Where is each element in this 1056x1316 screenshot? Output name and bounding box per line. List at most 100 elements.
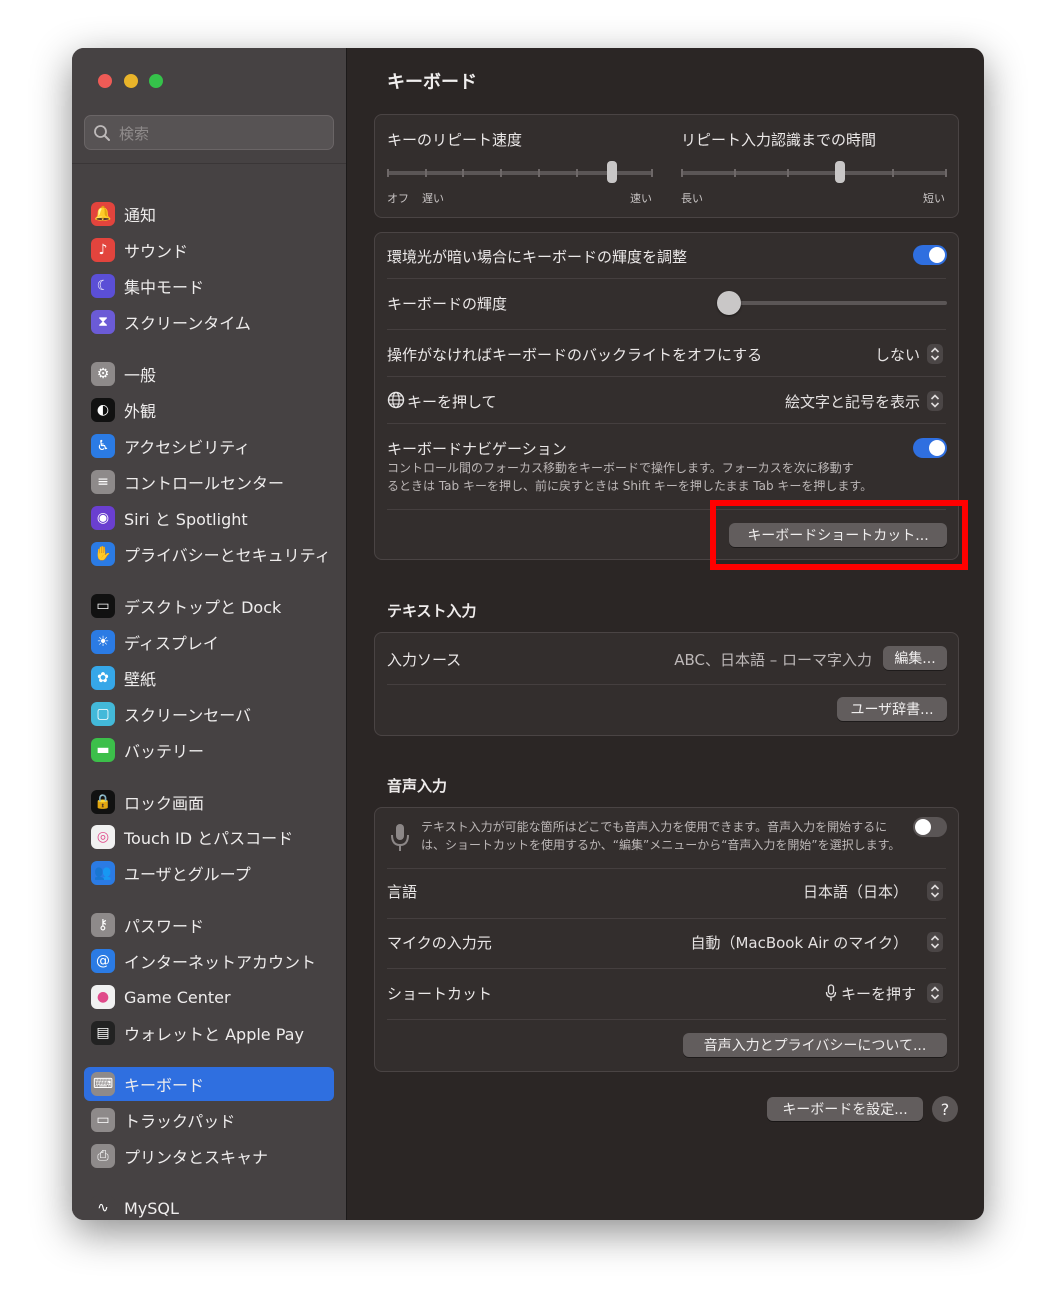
sidebar-item-12[interactable]: ☀ ディスプレイ xyxy=(84,625,334,659)
mic-source-stepper[interactable] xyxy=(927,932,943,952)
repeat-speed-thumb[interactable] xyxy=(607,161,617,183)
search-input[interactable] xyxy=(117,119,321,148)
sidebar-item-5[interactable]: ⚙ 一般 xyxy=(84,357,334,391)
sidebar-item-label: 外観 xyxy=(124,402,157,421)
sidebar-item-21[interactable]: ● Game Center xyxy=(84,980,334,1014)
repeat-card: キーのリピート速度 オフ 遅い 速い リピート入力認識までの時間 長い 短い xyxy=(374,114,959,218)
microphone-icon xyxy=(391,824,409,851)
keyboard-nav-toggle[interactable] xyxy=(913,438,947,458)
globe-key-label: キーを押して xyxy=(407,393,497,411)
sidebar-item-16[interactable]: 🔒 ロック画面 xyxy=(84,785,334,819)
input-source-value: ABC、日本語 – ローマ字入力 xyxy=(674,651,872,669)
sidebar-item-label: ディスプレイ xyxy=(124,634,219,653)
setup-keyboard-button[interactable]: キーボードを設定... xyxy=(767,1097,923,1121)
speaker-icon: ♪ xyxy=(91,238,115,262)
delay-short-label: 短い xyxy=(923,192,945,205)
accessibility-icon: ♿ xyxy=(91,434,115,458)
sidebar-item-label: アクセシビリティ xyxy=(124,438,251,457)
repeat-speed-tick xyxy=(425,169,427,177)
sidebar-item-17[interactable]: ◎ Touch ID とパスコード xyxy=(84,820,334,854)
brightness-thumb[interactable] xyxy=(717,291,741,315)
sidebar-item-14[interactable]: ▢ スクリーンセーバ xyxy=(84,697,334,731)
sidebar-item-11[interactable]: ▭ デスクトップと Dock xyxy=(84,589,334,623)
sidebar-item-22[interactable]: ▤ ウォレットと Apple Pay xyxy=(84,1016,334,1050)
sidebar-item-15[interactable]: ▬ バッテリー xyxy=(84,733,334,767)
sidebar-item-label: コントロールセンター xyxy=(124,474,285,493)
sidebar-item-label: スクリーンタイム xyxy=(124,314,251,333)
sidebar-item-20[interactable]: @ インターネットアカウント xyxy=(84,944,334,978)
backlight-off-label: 操作がなければキーボードのバックライトをオフにする xyxy=(387,346,763,364)
trackpad-icon: ▭ xyxy=(91,1108,115,1132)
backlight-off-value[interactable]: しない xyxy=(875,344,920,365)
toggles-icon: ≡ xyxy=(91,470,115,494)
sidebar-item-7[interactable]: ♿ アクセシビリティ xyxy=(84,429,334,463)
language-value[interactable]: 日本語（日本） xyxy=(803,881,908,902)
repeat-speed-tick xyxy=(500,169,502,177)
sidebar-item-10[interactable]: ✋ プライバシーとセキュリティ xyxy=(84,537,334,571)
mic-source-label: マイクの入力元 xyxy=(387,934,492,952)
sidebar-divider xyxy=(72,163,346,164)
shortcut-stepper[interactable] xyxy=(927,983,943,1003)
sidebar-item-24[interactable]: ▭ トラックパッド xyxy=(84,1103,334,1137)
search-field[interactable] xyxy=(84,115,334,150)
help-button[interactable]: ? xyxy=(932,1096,958,1122)
mic-source-value[interactable]: 自動（MacBook Air のマイク） xyxy=(690,932,908,953)
auto-brightness-toggle[interactable] xyxy=(913,245,947,265)
sidebar: 🔔 通知 ♪ サウンド ☾ 集中モード ⧗ スクリーンタイム ⚙ 一般 ◐ 外観 ♿ アクセシビリティ ≡ コ… xyxy=(72,48,347,1220)
sidebar-item-label: ユーザとグループ xyxy=(124,865,251,884)
repeat-delay-thumb[interactable] xyxy=(835,161,845,183)
sidebar-item-label: 通知 xyxy=(124,206,157,225)
shortcut-label: ショートカット xyxy=(387,985,493,1003)
globe-key-stepper[interactable] xyxy=(927,391,943,411)
sidebar-item-19[interactable]: ⚷ パスワード xyxy=(84,908,334,942)
repeat-delay-tick xyxy=(945,169,947,177)
bell-icon: 🔔 xyxy=(91,202,115,226)
brightness-track[interactable] xyxy=(719,301,947,305)
text-input-title: テキスト入力 xyxy=(387,602,477,620)
sidebar-item-label: サウンド xyxy=(124,242,189,261)
sidebar-item-label: キーボード xyxy=(124,1076,205,1095)
minimize-button[interactable] xyxy=(124,74,138,88)
globe-key-value[interactable]: 絵文字と記号を表示 xyxy=(785,391,920,412)
sidebar-item-6[interactable]: ◐ 外観 xyxy=(84,393,334,427)
sidebar-item-2[interactable]: ♪ サウンド xyxy=(84,233,334,267)
settings-window: 🔔 通知 ♪ サウンド ☾ 集中モード ⧗ スクリーンタイム ⚙ 一般 ◐ 外観 ♿ アクセシビリティ ≡ コ… xyxy=(72,48,984,1220)
sidebar-item-13[interactable]: ✿ 壁紙 xyxy=(84,661,334,695)
keyboard-icon: ⌨ xyxy=(91,1072,115,1096)
repeat-speed-tick xyxy=(387,169,389,177)
sidebar-item-26[interactable]: ∿ MySQL xyxy=(84,1191,334,1220)
sidebar-item-label: MySQL xyxy=(124,1198,179,1218)
repeat-speed-tick xyxy=(576,169,578,177)
battery-icon: ▬ xyxy=(91,738,115,762)
sidebar-item-label: デスクトップと Dock xyxy=(124,598,282,617)
edit-input-sources-button[interactable]: 編集... xyxy=(883,646,947,670)
repeat-delay-tick xyxy=(681,169,683,177)
repeat-delay-track[interactable] xyxy=(681,171,947,175)
sidebar-item-9[interactable]: ◉ Siri と Spotlight xyxy=(84,501,334,535)
sidebar-item-1[interactable]: 🔔 通知 xyxy=(84,197,334,231)
siri-icon: ◉ xyxy=(91,506,115,530)
shortcut-value[interactable]: キーを押す xyxy=(841,983,916,1004)
delay-long-label: 長い xyxy=(681,192,703,205)
repeat-delay-tick xyxy=(734,169,736,177)
user-dictionary-button[interactable]: ユーザ辞書... xyxy=(837,697,947,721)
dictation-privacy-button[interactable]: 音声入力とプライバシーについて... xyxy=(683,1033,947,1057)
sidebar-item-8[interactable]: ≡ コントロールセンター xyxy=(84,465,334,499)
dictation-title: 音声入力 xyxy=(387,777,448,795)
fingerprint-icon: ◎ xyxy=(91,825,115,849)
keyboard-nav-desc-1: コントロール間のフォーカス移動をキーボードで操作します。フォーカスを次に移動す xyxy=(387,461,854,475)
sidebar-item-3[interactable]: ☾ 集中モード xyxy=(84,269,334,303)
sidebar-item-25[interactable]: ⎙ プリンタとスキャナ xyxy=(84,1139,334,1173)
dictation-toggle[interactable] xyxy=(913,817,947,837)
wallet-icon: ▤ xyxy=(91,1021,115,1045)
zoom-button[interactable] xyxy=(149,74,163,88)
sidebar-item-23[interactable]: ⌨ キーボード xyxy=(84,1067,334,1101)
backlight-off-stepper[interactable] xyxy=(927,344,943,364)
sidebar-item-18[interactable]: 👥 ユーザとグループ xyxy=(84,856,334,890)
chevron-updown-icon xyxy=(930,884,940,898)
language-stepper[interactable] xyxy=(927,881,943,901)
language-label: 言語 xyxy=(387,883,418,901)
close-button[interactable] xyxy=(98,74,112,88)
sidebar-item-4[interactable]: ⧗ スクリーンタイム xyxy=(84,305,334,339)
sidebar-item-label: ロック画面 xyxy=(124,794,205,813)
